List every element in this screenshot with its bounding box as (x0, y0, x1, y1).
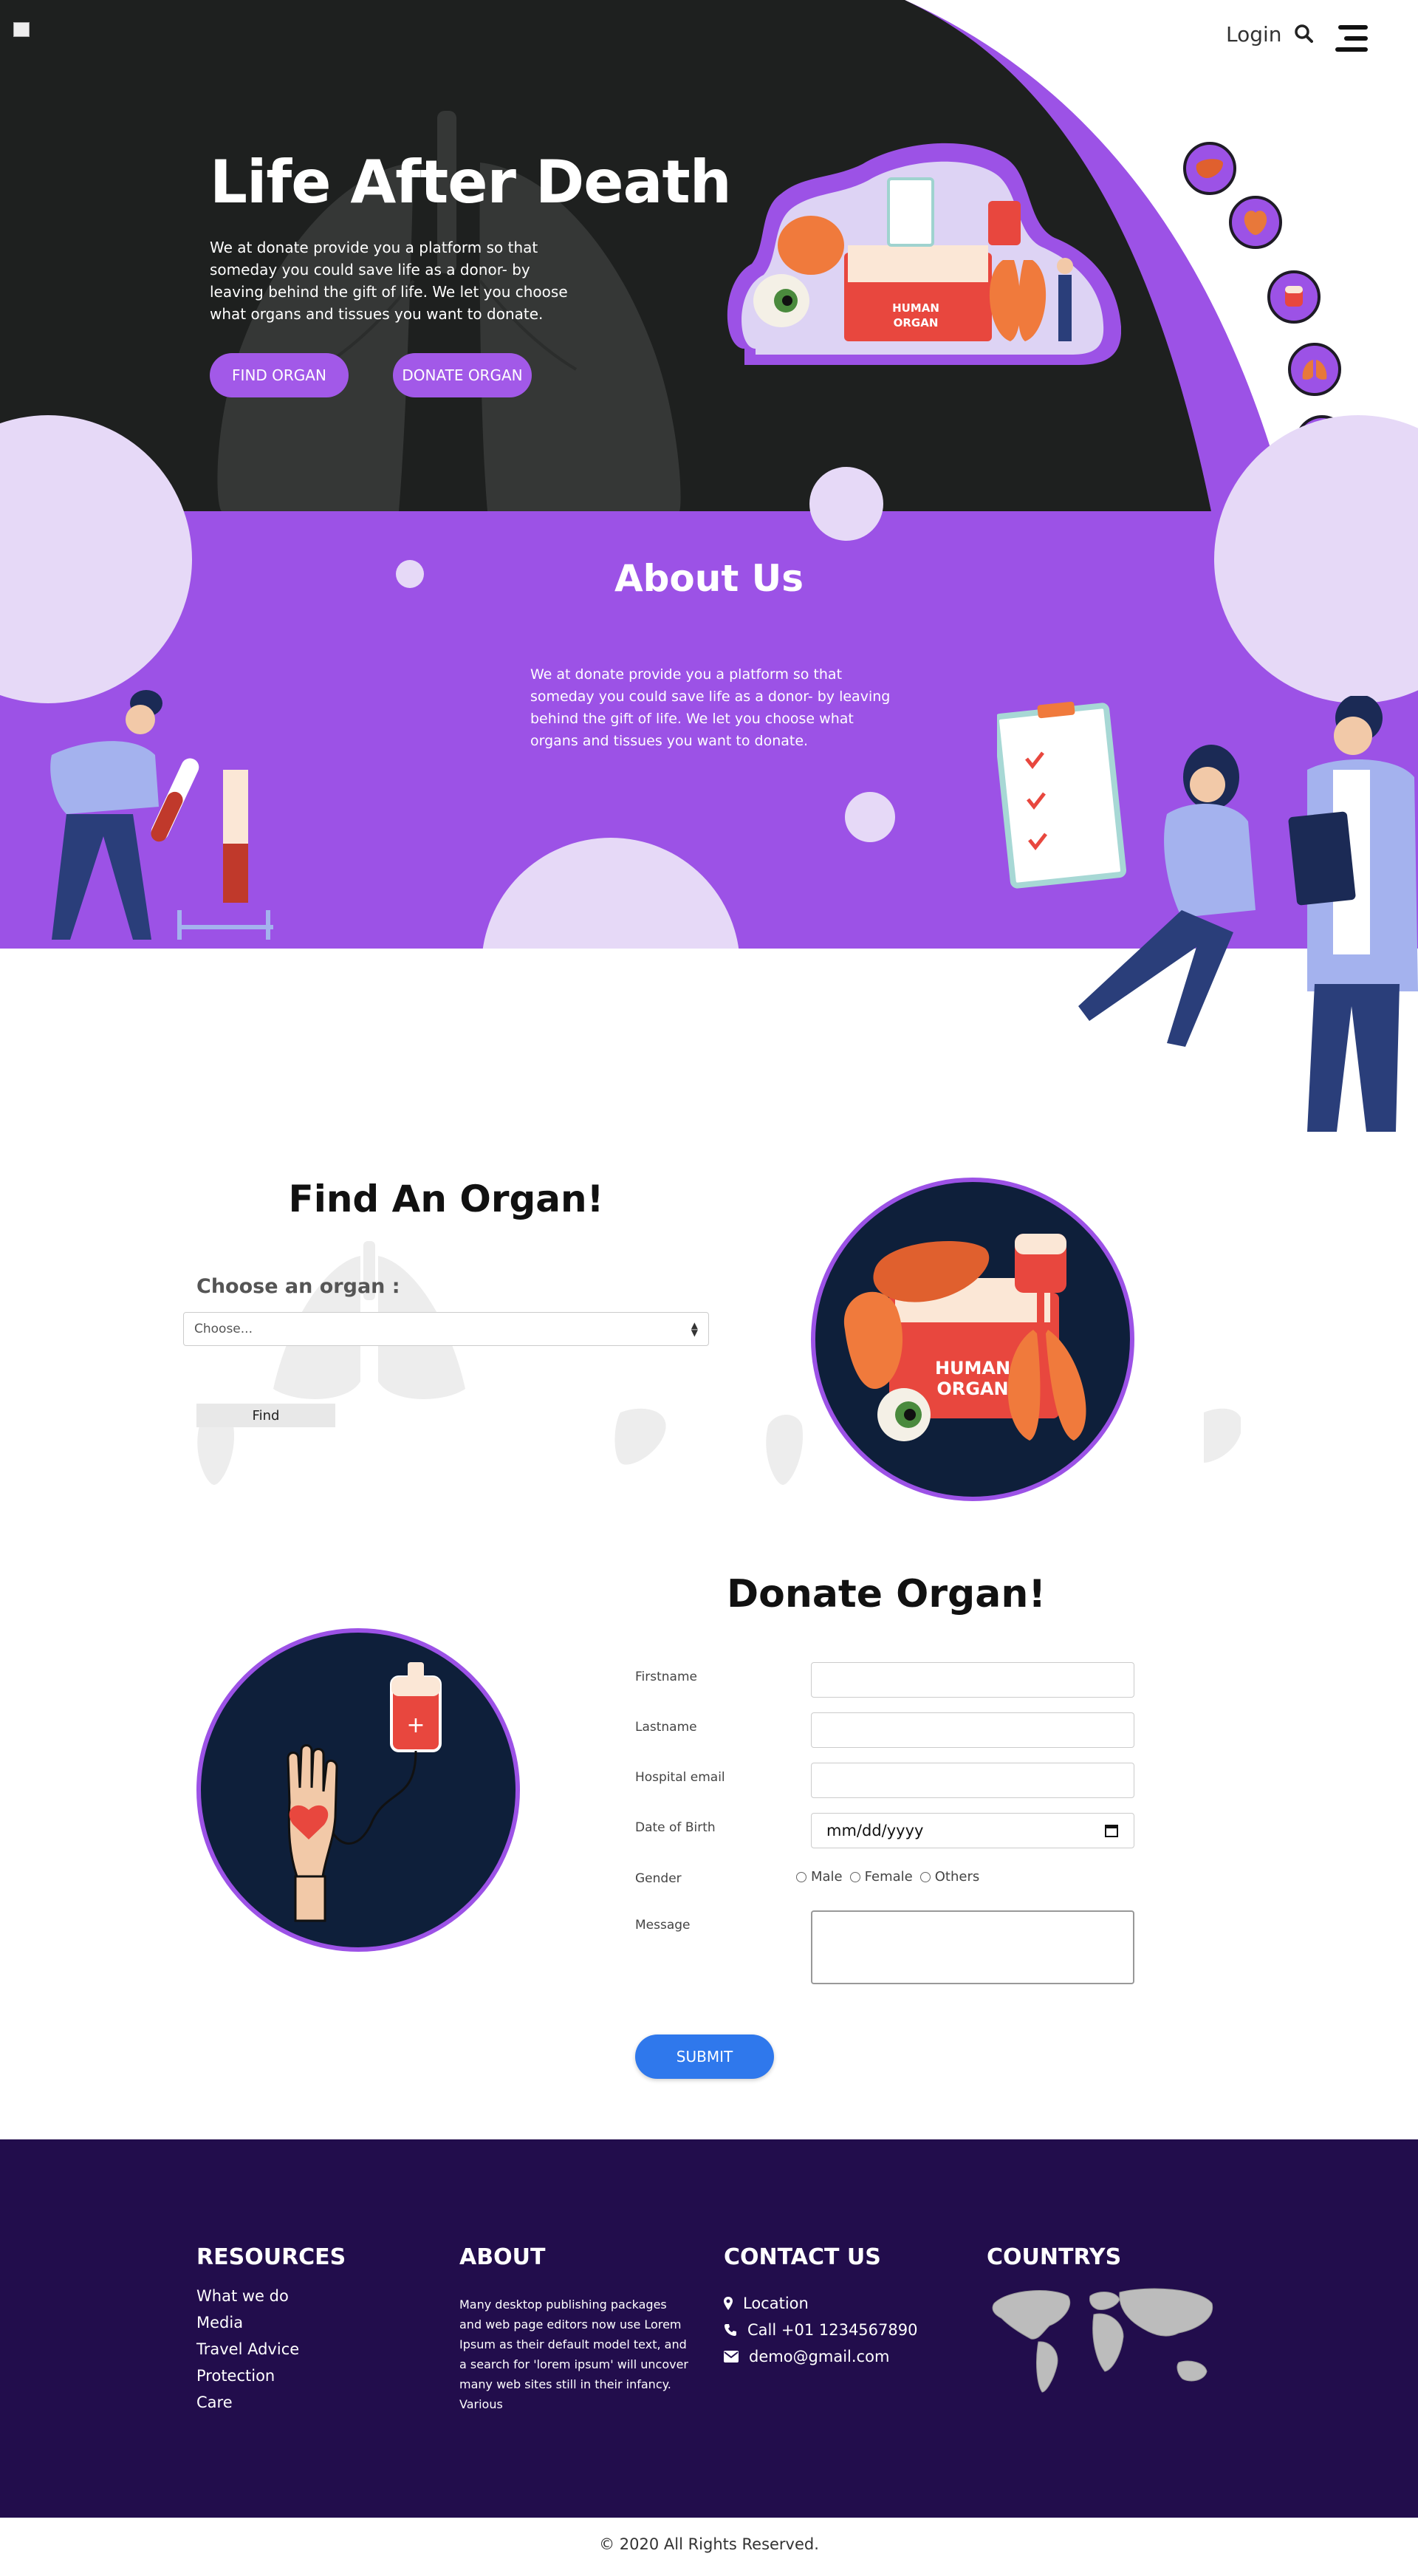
illustration-label: HUMAN (892, 301, 939, 315)
contact-phone[interactable]: Call +01 1234567890 (724, 2321, 917, 2339)
firstname-label: Firstname (635, 1670, 697, 1684)
svg-text:ORGAN: ORGAN (894, 316, 939, 329)
human-organ-box-image: HUMAN ORGAN (843, 1234, 1086, 1441)
resources-link[interactable]: What we do (196, 2287, 289, 2305)
dob-placeholder: mm/dd/yyyy (826, 1822, 924, 1839)
contact-location[interactable]: Location (724, 2295, 809, 2312)
resources-link[interactable]: Travel Advice (196, 2340, 299, 2358)
search-icon[interactable] (1294, 24, 1313, 43)
select-arrows-icon: ▲ ▼ (691, 1320, 698, 1338)
deco-circle (809, 467, 883, 541)
hero-description: We at donate provide you a platform so t… (210, 239, 568, 323)
message-textarea[interactable] (811, 1910, 1134, 1984)
liver-icon (1196, 159, 1223, 178)
lab-worker-illustration (50, 690, 273, 940)
footer: RESOURCES What we do Media Travel Advice… (0, 2139, 1418, 2518)
lastname-label: Lastname (635, 1720, 697, 1735)
lastname-input[interactable] (811, 1712, 1134, 1748)
liver-dot[interactable] (1183, 142, 1236, 195)
donation-circle-illustration: + (196, 1628, 520, 1952)
footer-about-text: Many desktop publishing packages and web… (459, 2297, 688, 2411)
submit-button[interactable]: SUBMIT (635, 2035, 774, 2079)
contact-email[interactable]: demo@gmail.com (724, 2348, 889, 2365)
menu-icon[interactable] (1335, 25, 1371, 52)
about-title: About Us (614, 557, 804, 600)
message-label: Message (635, 1918, 691, 1933)
broken-logo-image (13, 22, 30, 37)
about-section: About Us We at donate provide you a plat… (0, 415, 1418, 1132)
phone-icon (725, 2324, 736, 2336)
blood-bag-icon (1285, 286, 1303, 307)
lungs-dot[interactable] (1288, 343, 1341, 396)
world-map-icon (992, 2288, 1213, 2393)
firstname-input[interactable] (811, 1662, 1134, 1698)
find-title: Find An Organ! (288, 1178, 604, 1220)
svg-text:HUMAN: HUMAN (935, 1358, 1010, 1378)
dob-input[interactable]: mm/dd/yyyy (811, 1813, 1134, 1848)
dob-label: Date of Birth (635, 1820, 716, 1835)
email-input[interactable] (811, 1763, 1134, 1798)
page: Life After Death We at donate provide yo… (0, 0, 1418, 2576)
deco-circle (845, 792, 895, 842)
resources-heading: RESOURCES (196, 2244, 346, 2270)
email-label: Hospital email (635, 1770, 725, 1785)
location-icon (724, 2297, 733, 2310)
copyright: © 2020 All Rights Reserved. (599, 2535, 819, 2553)
find-organ-button[interactable]: FIND ORGAN (210, 353, 349, 397)
gender-label: Gender (635, 1871, 682, 1886)
resources-link[interactable]: Care (196, 2394, 233, 2411)
svg-text:ORGAN: ORGAN (936, 1378, 1008, 1399)
about-heading: ABOUT (459, 2244, 546, 2270)
radio-icon[interactable] (919, 1872, 931, 1882)
hero-title: Life After Death (210, 148, 732, 216)
blood-donation-image: + (287, 1662, 442, 1922)
organ-circle-illustration: HUMAN ORGAN (811, 1178, 1134, 1501)
resources-link[interactable]: Media (196, 2314, 243, 2331)
countries-heading: COUNTRYS (987, 2244, 1122, 2270)
radio-icon[interactable] (849, 1872, 860, 1882)
about-description: We at donate provide you a platform so t… (530, 666, 891, 749)
gender-others-option[interactable]: Others (919, 1869, 979, 1885)
calendar-icon[interactable] (1104, 1823, 1119, 1838)
organ-select-label: Choose an organ : (196, 1275, 400, 1298)
login-link[interactable]: Login (1226, 22, 1282, 47)
heart-icon (1244, 211, 1267, 235)
blood-bag-dot[interactable] (1267, 270, 1321, 324)
organ-select-value: Choose... (194, 1322, 253, 1336)
gender-male-option[interactable]: Male (796, 1869, 843, 1885)
heart-dot[interactable] (1229, 196, 1282, 249)
organ-select[interactable]: Choose... ▲ ▼ (183, 1312, 709, 1346)
donate-title: Donate Organ! (726, 1572, 1047, 1616)
radio-icon[interactable] (796, 1872, 806, 1882)
gender-options: Male Female Others (796, 1869, 979, 1885)
resources-link[interactable]: Protection (196, 2367, 275, 2385)
doctor-patient-illustration (997, 696, 1418, 1132)
svg-text:+: + (406, 1712, 425, 1738)
deco-semicircle (482, 838, 740, 949)
donate-organ-button[interactable]: DONATE ORGAN (393, 353, 532, 397)
hero-section: Life After Death We at donate provide yo… (0, 0, 1418, 511)
mail-icon (724, 2351, 739, 2363)
lungs-icon (1302, 360, 1327, 380)
gender-female-option[interactable]: Female (849, 1869, 913, 1885)
human-organ-illustration: HUMAN ORGAN (727, 143, 1121, 365)
contact-heading: CONTACT US (724, 2244, 881, 2270)
find-button[interactable]: Find (196, 1404, 335, 1427)
